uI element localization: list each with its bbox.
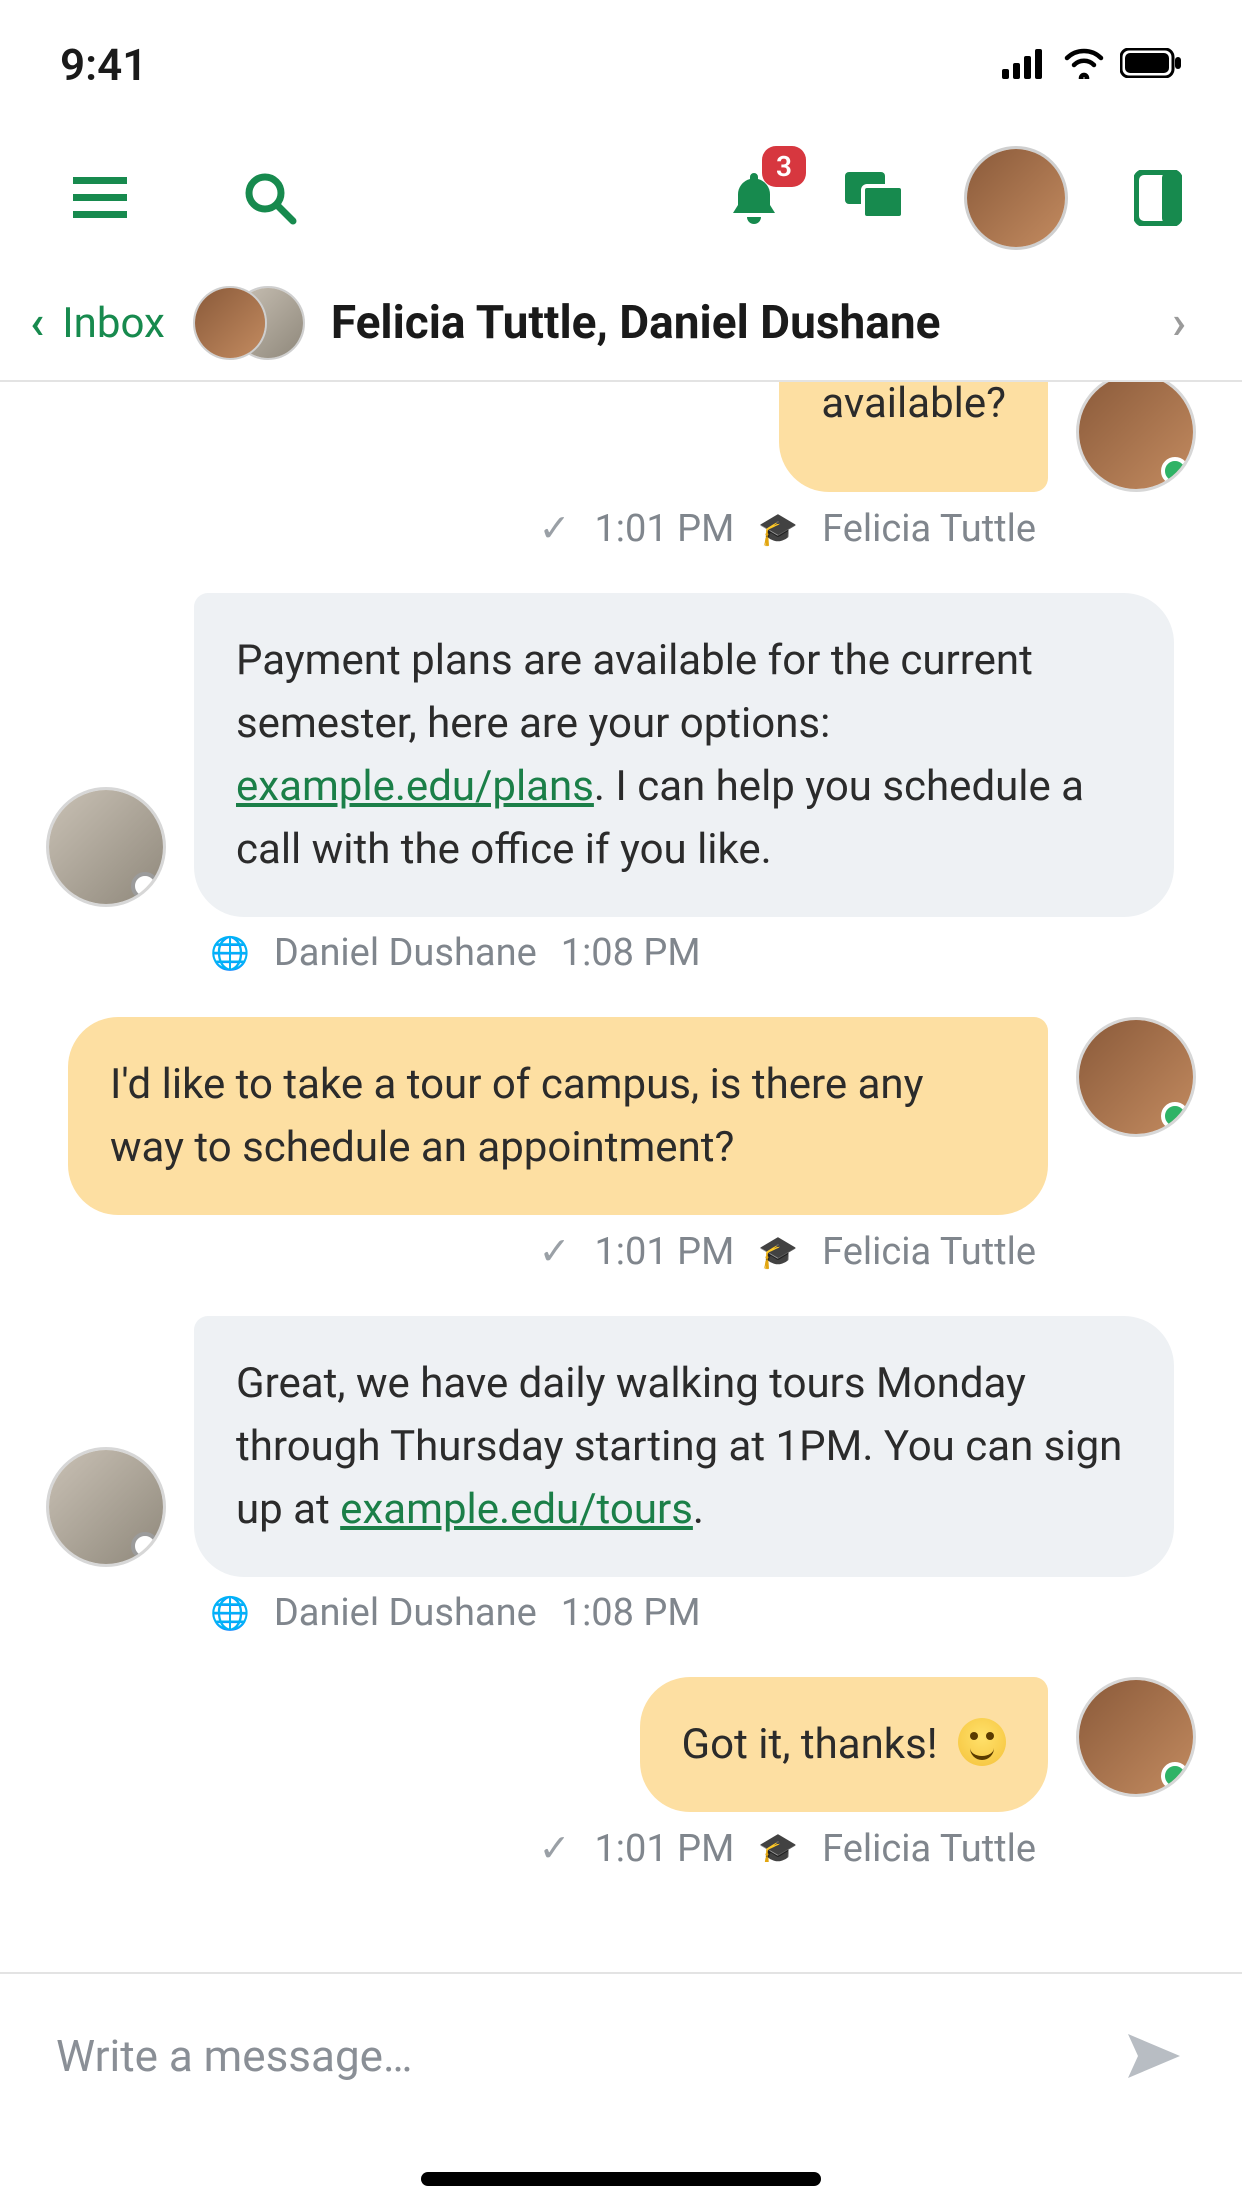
message-bubble: Payment plans are available for the curr… — [194, 593, 1174, 917]
chats-button[interactable] — [844, 168, 904, 228]
message-row: Payment plans are available for the curr… — [46, 593, 1196, 917]
graduation-cap-icon: 🎓 — [758, 1233, 798, 1271]
menu-button[interactable] — [70, 168, 130, 228]
status-time: 9:41 — [60, 39, 147, 91]
search-button[interactable] — [240, 168, 300, 228]
message-sender: Daniel Dushane — [274, 1591, 537, 1635]
message-row: Great, we have daily walking tours Monda… — [46, 1316, 1196, 1577]
status-icons — [1002, 47, 1182, 83]
conversation-header: ‹ Inbox Felicia Tuttle, Daniel Dushane › — [0, 286, 1242, 382]
sender-avatar[interactable] — [1076, 382, 1196, 492]
presence-online-icon — [1161, 457, 1189, 485]
message-sender: Felicia Tuttle — [822, 1827, 1036, 1863]
battery-icon — [1120, 48, 1182, 82]
delivered-icon: ✓ — [539, 1826, 571, 1862]
link[interactable]: example.edu/plans — [236, 762, 594, 811]
message-time: 1:01 PM — [594, 1230, 734, 1274]
graduation-cap-icon: 🎓 — [758, 1830, 798, 1863]
cellular-icon — [1002, 47, 1048, 83]
message-bubble: I'd like to take a tour of campus, is th… — [68, 1017, 1048, 1215]
back-button[interactable]: ‹ Inbox — [30, 296, 165, 350]
message-input[interactable] — [56, 2030, 1122, 2082]
delivered-icon: ✓ — [539, 1229, 571, 1274]
message-bubble: available? — [779, 382, 1048, 492]
profile-avatar[interactable] — [964, 146, 1068, 250]
message-bubble: Great, we have daily walking tours Monda… — [194, 1316, 1174, 1577]
message-row: available? — [46, 382, 1196, 492]
message-time: 1:01 PM — [594, 1827, 734, 1863]
back-label: Inbox — [62, 299, 165, 348]
delivered-icon: ✓ — [539, 506, 571, 551]
message-meta: ✓ 1:01 PM 🎓 Felicia Tuttle — [46, 1229, 1196, 1274]
message-sender: Felicia Tuttle — [822, 1230, 1036, 1274]
message-time: 1:08 PM — [561, 1591, 701, 1635]
message-time: 1:01 PM — [594, 507, 734, 551]
presence-online-icon — [1161, 1762, 1189, 1790]
notification-badge: 3 — [762, 146, 806, 187]
notifications-button[interactable]: 3 — [724, 168, 784, 228]
message-sender: Felicia Tuttle — [822, 507, 1036, 551]
sender-avatar[interactable] — [46, 1447, 166, 1567]
conversation-title: Felicia Tuttle, Daniel Dushane — [331, 296, 1156, 350]
message-sender: Daniel Dushane — [274, 931, 537, 975]
panel-toggle-button[interactable] — [1128, 168, 1188, 228]
sender-avatar[interactable] — [1076, 1017, 1196, 1137]
message-meta: ✓ 1:01 PM 🎓 Felicia Tuttle — [46, 506, 1196, 551]
message-row: Got it, thanks! — [46, 1677, 1196, 1812]
message-bubble: Got it, thanks! — [640, 1677, 1048, 1812]
globe-icon: 🌐 — [210, 1594, 250, 1632]
home-indicator — [421, 2172, 821, 2186]
presence-offline-icon — [131, 1532, 159, 1560]
message-meta: 🌐 Daniel Dushane 1:08 PM — [46, 931, 1196, 975]
link[interactable]: example.edu/tours — [340, 1485, 693, 1534]
message-meta: ✓ 1:01 PM 🎓 Felicia Tuttle — [46, 1826, 1196, 1862]
sender-avatar[interactable] — [46, 787, 166, 907]
top-nav: 3 — [0, 110, 1242, 286]
participant-avatars[interactable] — [193, 286, 303, 360]
sender-avatar[interactable] — [1076, 1677, 1196, 1797]
presence-online-icon — [1161, 1102, 1189, 1130]
chevron-left-icon: ‹ — [30, 296, 44, 350]
status-bar: 9:41 — [0, 0, 1242, 110]
globe-icon: 🌐 — [210, 934, 250, 972]
wifi-icon — [1062, 47, 1106, 83]
message-meta: 🌐 Daniel Dushane 1:08 PM — [46, 1591, 1196, 1635]
message-time: 1:08 PM — [561, 931, 701, 975]
message-row: I'd like to take a tour of campus, is th… — [46, 1017, 1196, 1215]
presence-offline-icon — [131, 872, 159, 900]
graduation-cap-icon: 🎓 — [758, 510, 798, 548]
smile-emoji-icon — [958, 1718, 1006, 1766]
send-button[interactable] — [1122, 2024, 1186, 2088]
message-list[interactable]: available? ✓ 1:01 PM 🎓 Felicia Tuttle Pa… — [0, 382, 1242, 1862]
conversation-details-button[interactable]: › — [1156, 288, 1202, 358]
